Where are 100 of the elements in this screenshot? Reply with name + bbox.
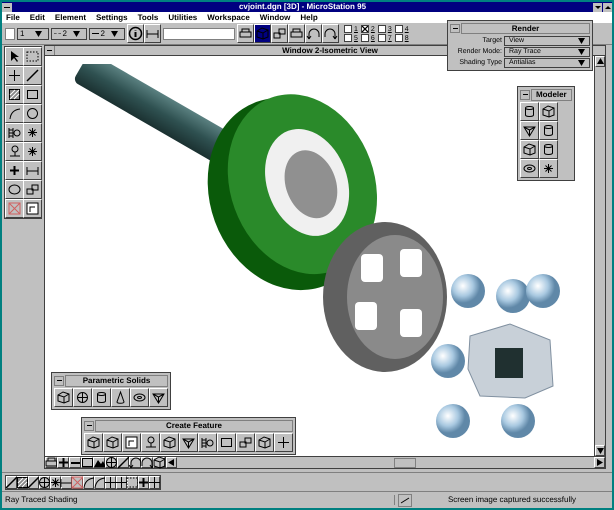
view-checkbox[interactable] xyxy=(344,25,352,33)
square-icon xyxy=(219,435,234,450)
menu-item[interactable]: File xyxy=(6,12,20,22)
menu-item[interactable]: Utilities xyxy=(168,12,198,22)
line-icon xyxy=(4,474,19,490)
square-icon xyxy=(25,87,40,102)
horizontal-scrollbar[interactable] xyxy=(165,457,605,468)
dashed-rect-icon xyxy=(25,49,40,64)
tool-button[interactable] xyxy=(83,476,94,488)
view-checkbox[interactable] xyxy=(360,25,369,33)
fence-box-icon xyxy=(25,201,40,216)
palette-menu-button[interactable] xyxy=(54,376,64,386)
undo-icon xyxy=(306,26,321,41)
square-icon xyxy=(80,455,94,470)
tool-button[interactable] xyxy=(94,476,105,488)
line-weight-dropdown[interactable]: 2 xyxy=(89,28,125,40)
menu-item[interactable]: Workspace xyxy=(207,12,250,22)
tool-button[interactable] xyxy=(129,457,141,468)
menu-item[interactable]: Window xyxy=(260,12,290,22)
color-swatch[interactable] xyxy=(5,28,15,40)
ball-drawing xyxy=(431,344,465,378)
level-dropdown[interactable]: 1 xyxy=(17,28,49,40)
cube-icon xyxy=(255,26,270,41)
menu-item[interactable]: Edit xyxy=(30,12,45,22)
fence-box-icon xyxy=(124,435,139,450)
scroll-thumb[interactable] xyxy=(394,458,416,468)
view-checkbox[interactable] xyxy=(378,25,386,33)
menu-item[interactable]: Settings xyxy=(96,12,128,22)
palette-title: Modeler xyxy=(531,88,572,100)
menu-item[interactable]: Element xyxy=(54,12,86,22)
crosshair-icon xyxy=(114,474,129,490)
arc-icon xyxy=(92,474,107,490)
hatched-square-icon xyxy=(15,474,30,490)
dialog-title: Render xyxy=(461,22,590,34)
tool-button[interactable] xyxy=(81,457,93,468)
tool-button[interactable] xyxy=(72,476,83,488)
tool-button[interactable] xyxy=(6,476,17,488)
tool-button[interactable] xyxy=(57,457,69,468)
ball-drawing xyxy=(496,279,530,313)
tool-button[interactable] xyxy=(149,476,160,488)
tool-button[interactable] xyxy=(116,476,127,488)
dash-icon xyxy=(47,50,52,51)
crossed-box-icon xyxy=(70,474,85,490)
dash-icon xyxy=(86,425,92,426)
tool-button[interactable] xyxy=(105,476,116,488)
cylinder-icon xyxy=(541,123,556,138)
hatched-square-icon xyxy=(7,87,22,102)
sphere-icon xyxy=(104,455,118,470)
ball-drawing xyxy=(501,404,535,438)
sparkle-icon xyxy=(25,144,40,159)
sparkle-icon xyxy=(25,125,40,140)
ball-drawing xyxy=(526,274,560,308)
cube-icon xyxy=(162,435,177,450)
key-in-field[interactable] xyxy=(163,28,235,40)
tool-button[interactable] xyxy=(127,476,138,488)
arc-icon xyxy=(7,106,22,121)
cube-icon xyxy=(522,142,537,157)
cylinder-icon xyxy=(541,142,556,157)
view-checkbox[interactable] xyxy=(360,34,369,42)
view-checkbox[interactable] xyxy=(344,34,352,42)
menu-item[interactable]: Help xyxy=(300,12,318,22)
minimize-button[interactable] xyxy=(593,2,602,12)
cylinder-icon xyxy=(522,104,537,119)
tool-button[interactable] xyxy=(28,476,39,488)
tool-button[interactable] xyxy=(138,476,149,488)
tool-button[interactable] xyxy=(50,476,61,488)
tool-button[interactable] xyxy=(153,457,165,468)
palette-menu-button[interactable] xyxy=(520,90,530,100)
view-checkbox[interactable] xyxy=(378,34,386,42)
tool-button[interactable] xyxy=(105,457,117,468)
dash-icon xyxy=(522,94,528,95)
view-title: Window 2-Isometric View xyxy=(282,46,378,56)
cube-icon xyxy=(56,390,71,405)
solid-line-icon xyxy=(92,33,99,34)
dashed-line-icon xyxy=(54,33,61,34)
tool-button[interactable] xyxy=(117,457,129,468)
tool-button[interactable] xyxy=(39,476,50,488)
line-style-dropdown[interactable]: 2 xyxy=(51,28,87,40)
crosshair-icon xyxy=(103,474,118,490)
tool-button[interactable] xyxy=(141,457,153,468)
tool-button[interactable] xyxy=(17,476,28,488)
copy-icon xyxy=(25,182,40,197)
minus-icon xyxy=(70,462,80,464)
maximize-button[interactable] xyxy=(603,2,612,12)
cube-icon xyxy=(86,435,101,450)
crossed-box-icon xyxy=(7,201,22,216)
dialog-menu-button[interactable] xyxy=(450,24,460,32)
view-menu-button[interactable] xyxy=(45,46,55,55)
crosshair-icon xyxy=(147,474,162,490)
system-menu-button[interactable] xyxy=(2,2,12,12)
menu-item[interactable]: Tools xyxy=(138,12,158,22)
info-icon xyxy=(128,26,143,41)
window-title: cvjoint.dgn [3D] - MicroStation 95 xyxy=(238,2,368,12)
view-checkbox[interactable] xyxy=(394,34,403,42)
ball-drawing xyxy=(436,404,470,438)
palette-menu-button[interactable] xyxy=(84,420,94,430)
cube-icon xyxy=(541,104,556,119)
sparkle-icon xyxy=(541,161,556,176)
status-result: Screen image captured successfully xyxy=(446,495,578,505)
view-checkbox[interactable] xyxy=(394,25,403,33)
